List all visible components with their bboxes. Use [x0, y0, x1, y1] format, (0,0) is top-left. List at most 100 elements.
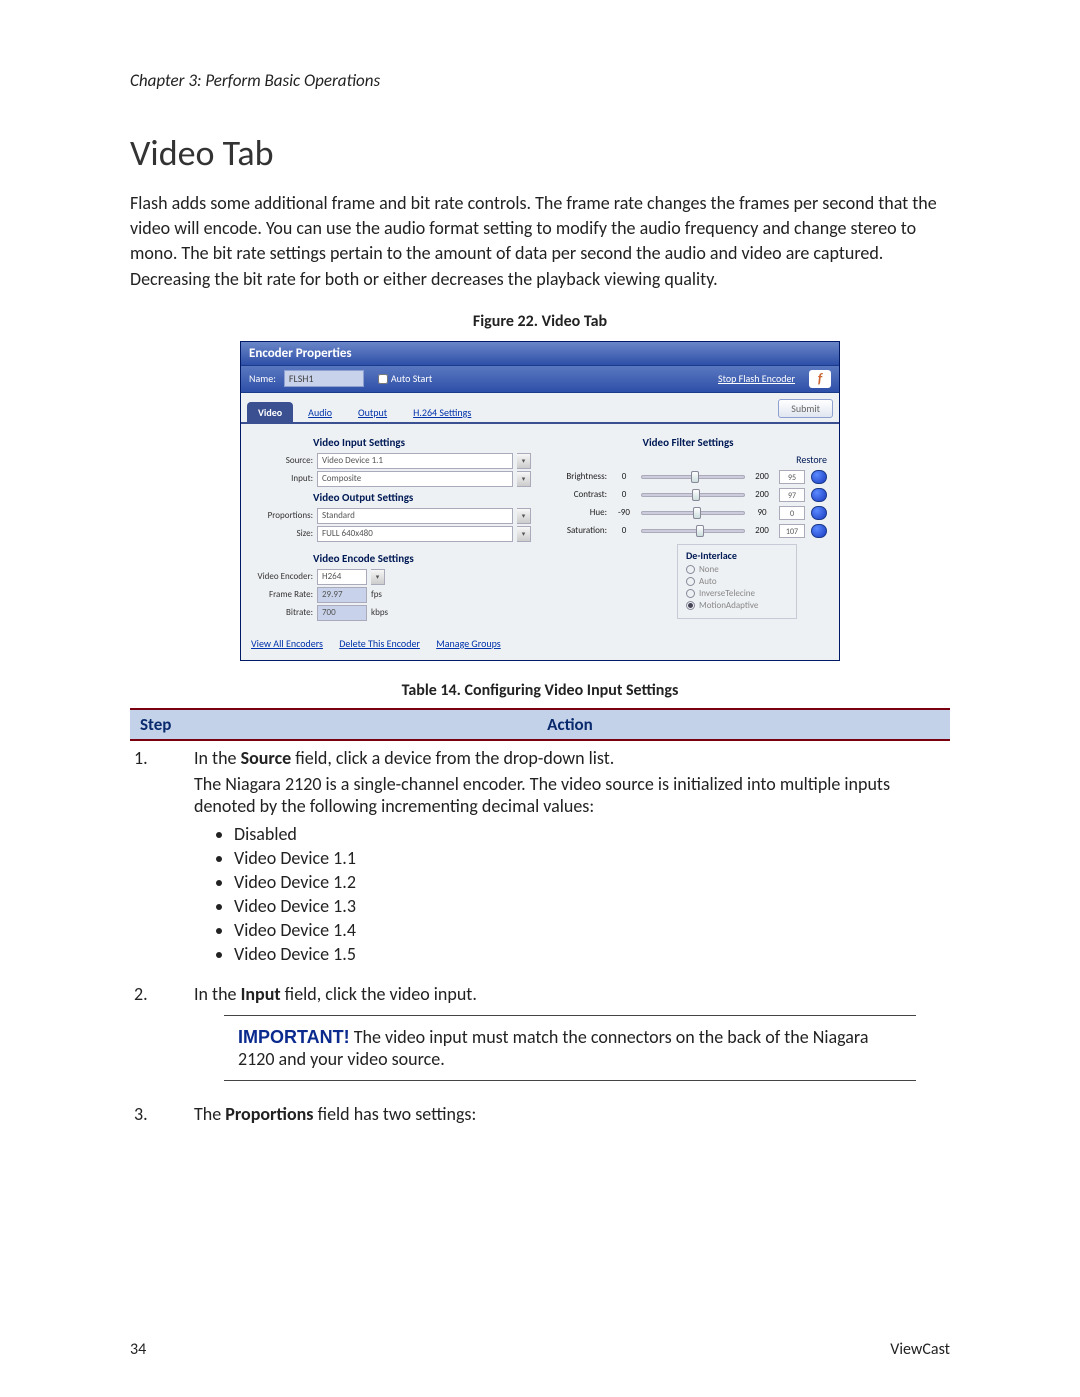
slider-thumb[interactable]	[696, 525, 704, 537]
input-select[interactable]: Composite	[317, 471, 513, 487]
video-input-settings-title: Video Input Settings	[253, 436, 531, 449]
deinterlace-title: De-Interlace	[686, 549, 788, 562]
panel-title: Encoder Properties	[241, 342, 839, 366]
manage-groups-link[interactable]: Manage Groups	[436, 637, 501, 650]
slider-thumb[interactable]	[691, 471, 699, 483]
encoder-select[interactable]: H264	[317, 569, 367, 585]
framerate-field[interactable]: 29.97	[317, 587, 367, 603]
bitrate-field[interactable]: 700	[317, 605, 367, 621]
slider-track[interactable]	[641, 493, 745, 497]
auto-start-label: Auto Start	[391, 372, 432, 385]
submit-button[interactable]: Submit	[778, 399, 833, 418]
slider-reset-button[interactable]	[811, 488, 827, 502]
slider-track[interactable]	[641, 475, 745, 479]
step-number: 3.	[130, 1097, 190, 1131]
bitrate-label: Bitrate:	[253, 607, 313, 618]
restore-link[interactable]: Restore	[549, 453, 827, 466]
slider-max: 200	[751, 525, 773, 536]
framerate-label: Frame Rate:	[253, 589, 313, 600]
size-label: Size:	[253, 528, 313, 539]
slider-max: 90	[751, 507, 773, 518]
col-step: Step	[130, 709, 190, 740]
slider-label: Saturation:	[549, 525, 607, 536]
chevron-down-icon[interactable]: ▾	[517, 453, 531, 469]
deinterlace-option[interactable]: MotionAdaptive	[686, 600, 788, 611]
bitrate-unit: kbps	[371, 607, 388, 618]
chevron-down-icon[interactable]: ▾	[517, 471, 531, 487]
slider-reset-button[interactable]	[811, 506, 827, 520]
view-all-encoders-link[interactable]: View All Encoders	[251, 637, 323, 650]
radio-icon[interactable]	[686, 601, 695, 610]
stop-encoder-link[interactable]: Stop Flash Encoder	[718, 372, 795, 385]
auto-start-checkbox[interactable]: Auto Start	[378, 372, 432, 385]
important-callout: IMPORTANT! The video input must match th…	[224, 1015, 916, 1081]
col-action: Action	[190, 709, 950, 740]
proportions-select[interactable]: Standard	[317, 508, 513, 524]
panel-toolbar: Name: FLSH1 Auto Start Stop Flash Encode…	[241, 366, 839, 393]
tab-row: Video Audio Output H.264 Settings Submit	[241, 393, 839, 424]
figure-caption: Figure 22. Video Tab	[130, 312, 950, 331]
slider-value-field[interactable]: 95	[779, 470, 805, 484]
step-number: 2.	[130, 977, 190, 1097]
radio-icon[interactable]	[686, 565, 695, 574]
source-select[interactable]: Video Device 1.1	[317, 453, 513, 469]
deinterlace-label: Auto	[699, 576, 717, 587]
page-number: 34	[130, 1340, 146, 1359]
source-label: Source:	[253, 455, 313, 466]
slider-row: Brightness:020095	[549, 470, 827, 484]
radio-icon[interactable]	[686, 589, 695, 598]
auto-start-box[interactable]	[378, 374, 388, 384]
slider-value-field[interactable]: 107	[779, 524, 805, 538]
slider-min: 0	[613, 489, 635, 500]
slider-track[interactable]	[641, 511, 745, 515]
list-item: Video Device 1.3	[234, 895, 946, 917]
slider-thumb[interactable]	[692, 489, 700, 501]
table-row: 2.In the Input field, click the video in…	[130, 977, 950, 1097]
name-field[interactable]: FLSH1	[284, 370, 364, 387]
chapter-header: Chapter 3: Perform Basic Operations	[130, 70, 950, 91]
tab-output[interactable]: Output	[347, 402, 398, 422]
name-label: Name:	[249, 372, 276, 385]
section-title: Video Tab	[130, 131, 950, 175]
important-label: IMPORTANT!	[238, 1027, 350, 1047]
tab-video[interactable]: Video	[247, 402, 293, 422]
video-filter-settings-title: Video Filter Settings	[549, 436, 827, 449]
brand-name: ViewCast	[890, 1340, 950, 1359]
radio-icon[interactable]	[686, 577, 695, 586]
instructions-table: Step Action 1.In the Source field, click…	[130, 708, 950, 1131]
chevron-down-icon[interactable]: ▾	[517, 508, 531, 524]
delete-this-encoder-link[interactable]: Delete This Encoder	[339, 637, 420, 650]
input-label: Input:	[253, 473, 313, 484]
slider-value-field[interactable]: 0	[779, 506, 805, 520]
table-row: 3.The Proportions field has two settings…	[130, 1097, 950, 1131]
tab-audio[interactable]: Audio	[297, 402, 343, 422]
list-item: Disabled	[234, 823, 946, 845]
proportions-label: Proportions:	[253, 510, 313, 521]
tab-h264[interactable]: H.264 Settings	[402, 402, 482, 422]
deinterlace-option[interactable]: InverseTelecine	[686, 588, 788, 599]
slider-reset-button[interactable]	[811, 524, 827, 538]
left-column: Video Input Settings Source: Video Devic…	[253, 432, 531, 623]
slider-row: Contrast:020097	[549, 488, 827, 502]
page-footer: 34 ViewCast	[130, 1340, 950, 1359]
step-action: The Proportions field has two settings:	[190, 1097, 950, 1131]
encoder-label: Video Encoder:	[253, 572, 313, 581]
slider-track[interactable]	[641, 529, 745, 533]
slider-max: 200	[751, 489, 773, 500]
framerate-unit: fps	[371, 589, 382, 600]
slider-row: Saturation:0200107	[549, 524, 827, 538]
list-item: Video Device 1.2	[234, 871, 946, 893]
deinterlace-label: InverseTelecine	[699, 588, 755, 599]
slider-reset-button[interactable]	[811, 470, 827, 484]
deinterlace-option[interactable]: Auto	[686, 576, 788, 587]
chevron-down-icon[interactable]: ▾	[517, 526, 531, 542]
size-select[interactable]: FULL 640x480	[317, 526, 513, 542]
list-item: Video Device 1.1	[234, 847, 946, 869]
slider-value-field[interactable]: 97	[779, 488, 805, 502]
deinterlace-box: De-Interlace NoneAutoInverseTelecineMoti…	[677, 544, 797, 619]
deinterlace-option[interactable]: None	[686, 564, 788, 575]
slider-thumb[interactable]	[693, 507, 701, 519]
chevron-down-icon[interactable]: ▾	[371, 569, 385, 585]
video-encode-settings-title: Video Encode Settings	[253, 552, 531, 565]
deinterlace-label: MotionAdaptive	[699, 600, 758, 611]
